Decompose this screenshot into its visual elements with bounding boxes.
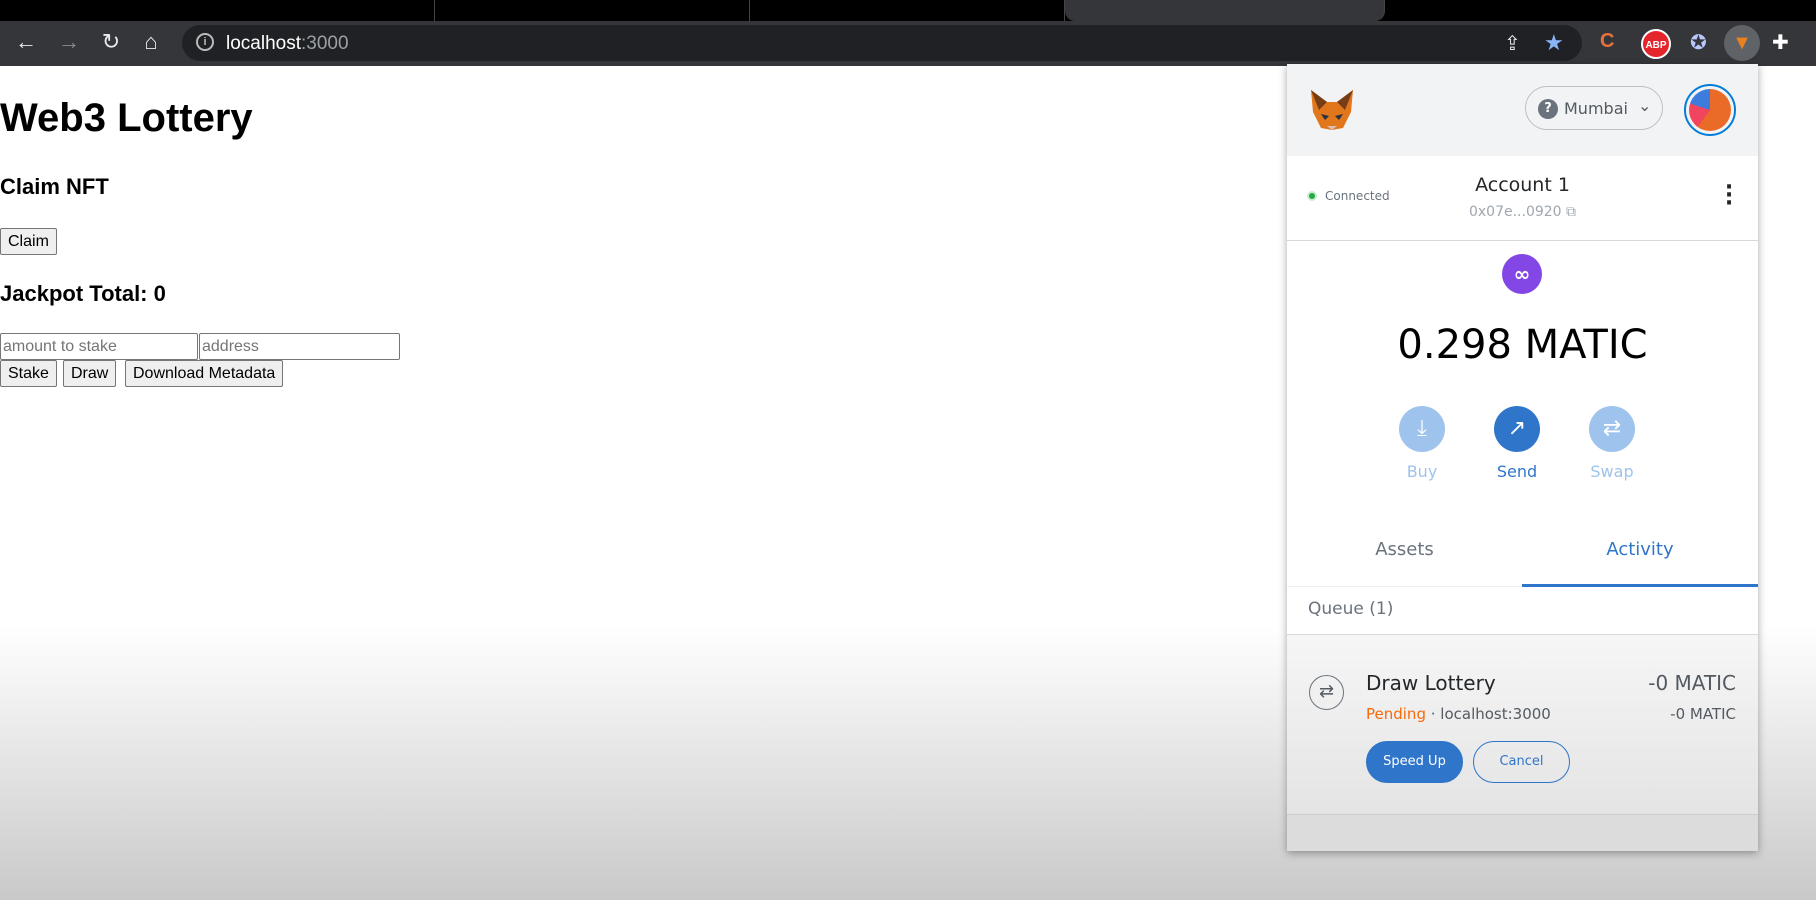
browser-tab[interactable] bbox=[750, 0, 1065, 21]
network-selector[interactable]: ? Mumbai ⌄ bbox=[1525, 86, 1663, 130]
buy-button[interactable]: ⤓ Buy bbox=[1392, 406, 1452, 481]
download-icon: ⤓ bbox=[1399, 406, 1445, 452]
metamask-popup: ? Mumbai ⌄ Connected Account 1 0x07e...0… bbox=[1287, 64, 1758, 851]
kebab-menu-icon[interactable]: · · · bbox=[1724, 177, 1734, 215]
arrow-up-right-icon: ↗ bbox=[1494, 406, 1540, 452]
cancel-button[interactable]: Cancel bbox=[1473, 741, 1570, 783]
address-input[interactable] bbox=[199, 333, 400, 360]
tx-amount: -0 MATIC bbox=[1648, 671, 1736, 695]
address-bar[interactable]: i localhost:3000 ⇪ ★ bbox=[182, 25, 1582, 61]
metamask-fox-icon[interactable]: ▼ bbox=[1724, 25, 1760, 61]
account-avatar[interactable] bbox=[1684, 84, 1736, 136]
jackpot-total: Jackpot Total: 0 bbox=[0, 281, 166, 306]
tx-subtitle: Pending · localhost:3000 bbox=[1366, 705, 1551, 723]
chevron-down-icon: ⌄ bbox=[1638, 96, 1652, 115]
extension-icon[interactable]: ✪ bbox=[1690, 30, 1707, 55]
bookmark-star-icon[interactable]: ★ bbox=[1544, 30, 1564, 56]
matic-logo-icon: ∞ bbox=[1502, 254, 1542, 294]
metamask-fox-logo bbox=[1311, 90, 1353, 130]
forward-icon[interactable]: → bbox=[55, 29, 83, 55]
swap-icon: ⇄ bbox=[1589, 406, 1635, 452]
popup-footer bbox=[1287, 815, 1758, 851]
back-icon[interactable]: ← bbox=[12, 29, 40, 55]
stake-button[interactable]: Stake bbox=[0, 360, 57, 387]
metamask-header: ? Mumbai ⌄ bbox=[1287, 64, 1758, 156]
reload-icon[interactable]: ↻ bbox=[97, 29, 125, 55]
browser-toolbar: ← → ↻ ⌂ i localhost:3000 ⇪ ★ C ABP ✪ ▼ ✚ bbox=[0, 21, 1816, 66]
tab-activity[interactable]: Activity bbox=[1522, 515, 1758, 587]
claim-heading: Claim NFT bbox=[0, 174, 109, 199]
account-address[interactable]: 0x07e...0920 ⧉ bbox=[1287, 204, 1758, 220]
url-text: localhost:3000 bbox=[226, 33, 349, 54]
tx-amount-secondary: -0 MATIC bbox=[1670, 705, 1736, 723]
download-metadata-button[interactable]: Download Metadata bbox=[125, 360, 284, 387]
browser-tab[interactable] bbox=[0, 0, 435, 21]
tx-title: Draw Lottery bbox=[1366, 671, 1496, 695]
account-bar: Connected Account 1 0x07e...0920 ⧉ · · · bbox=[1287, 156, 1758, 241]
browser-tab[interactable] bbox=[435, 0, 750, 21]
transaction-item[interactable]: ⇄ Draw Lottery Pending · localhost:3000 … bbox=[1287, 635, 1758, 815]
send-button[interactable]: ↗ Send bbox=[1487, 406, 1547, 481]
copy-icon[interactable]: ⧉ bbox=[1566, 204, 1576, 220]
metamask-tabs: Assets Activity bbox=[1287, 515, 1758, 587]
help-icon: ? bbox=[1538, 99, 1558, 119]
account-name[interactable]: Account 1 bbox=[1287, 174, 1758, 196]
network-name: Mumbai bbox=[1564, 99, 1628, 118]
draw-button[interactable]: Draw bbox=[63, 360, 117, 387]
balance: 0.298 MATIC bbox=[1397, 322, 1648, 368]
claim-button[interactable]: Claim bbox=[0, 228, 57, 255]
swap-icon: ⇄ bbox=[1309, 675, 1344, 710]
info-icon[interactable]: i bbox=[196, 33, 214, 51]
browser-tab-active[interactable] bbox=[1065, 0, 1385, 21]
puzzle-extensions-icon[interactable]: ✚ bbox=[1772, 30, 1789, 55]
share-icon[interactable]: ⇪ bbox=[1504, 31, 1521, 56]
amount-input[interactable] bbox=[0, 333, 198, 360]
adblock-plus-icon[interactable]: ABP bbox=[1641, 29, 1671, 59]
page-title: Web3 Lottery bbox=[0, 96, 253, 140]
tab-assets[interactable]: Assets bbox=[1287, 515, 1522, 587]
home-icon[interactable]: ⌂ bbox=[137, 29, 165, 55]
speed-up-button[interactable]: Speed Up bbox=[1366, 741, 1463, 783]
swap-button[interactable]: ⇄ Swap bbox=[1582, 406, 1642, 481]
queue-header: Queue (1) bbox=[1287, 587, 1758, 635]
extension-c-icon[interactable]: C bbox=[1600, 30, 1614, 53]
browser-tab-strip bbox=[0, 0, 1816, 21]
